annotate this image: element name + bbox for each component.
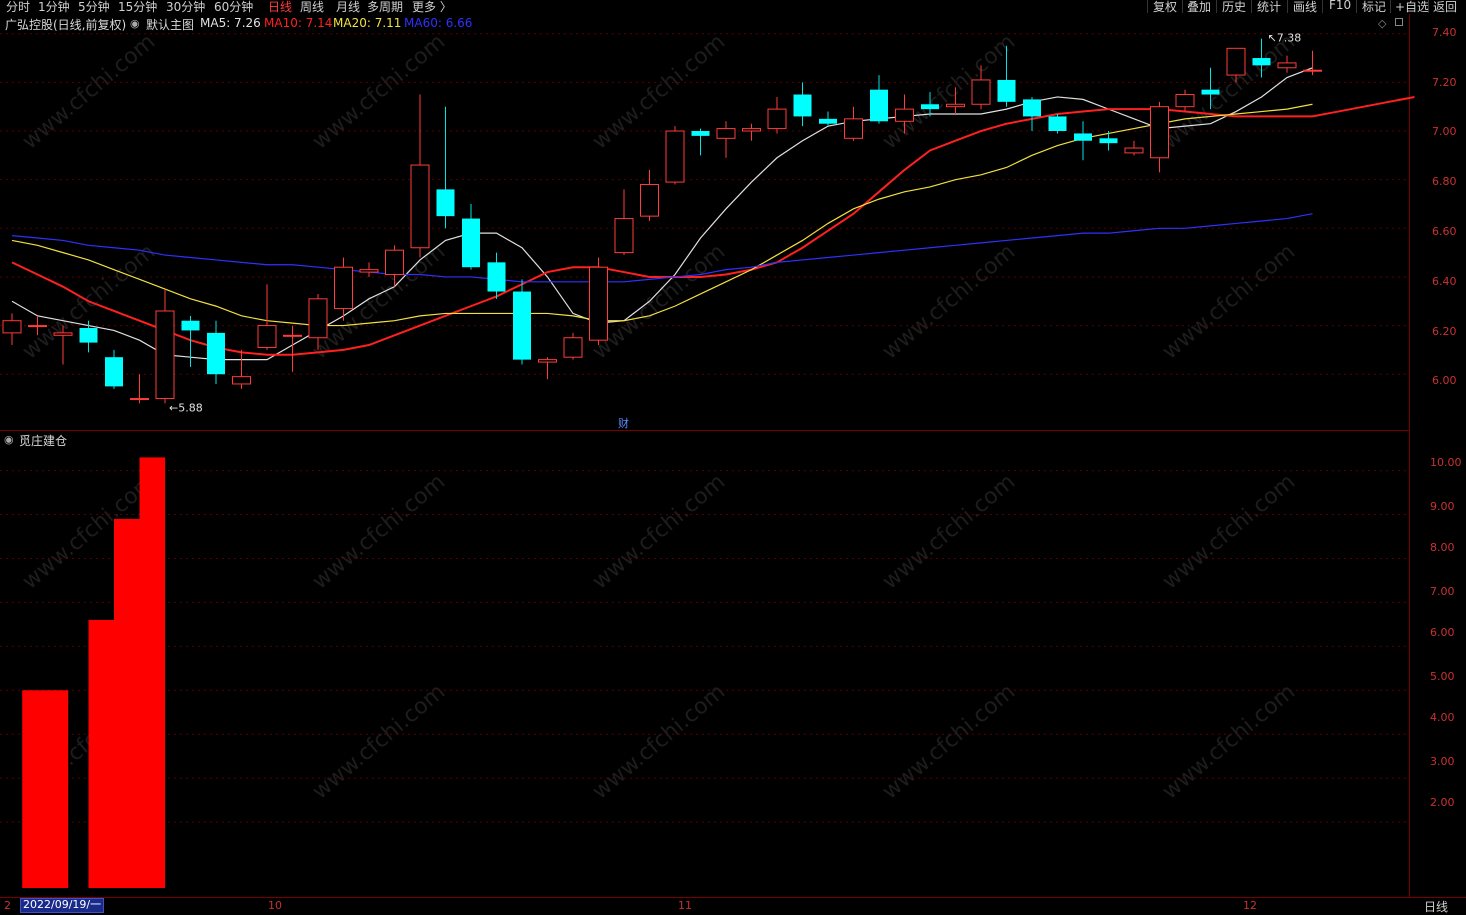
candle-body-down	[691, 131, 710, 136]
finance-marker: 财	[618, 416, 629, 430]
candle-body-up	[308, 298, 328, 339]
candle-body-up	[716, 128, 736, 139]
candle-body-down	[79, 328, 98, 343]
watermark-text: www.cfchi.com	[18, 29, 160, 154]
x-month-label: 10	[268, 899, 282, 912]
candle-body-down	[436, 189, 455, 217]
watermark-text: www.cfchi.com	[308, 469, 450, 594]
candle-body-up	[359, 269, 379, 273]
candle-body-up	[971, 79, 991, 105]
watermark-text: www.cfchi.com	[588, 469, 730, 594]
candle-body-down	[513, 291, 531, 360]
high-price-marker: ↖7.38	[1268, 32, 1302, 45]
watermark-text: www.cfchi.com	[308, 679, 450, 804]
candle-body-up	[385, 249, 404, 276]
watermark-text: www.cfchi.com	[308, 29, 450, 154]
candle-body-up	[1175, 94, 1195, 108]
candle-body-up	[53, 332, 73, 336]
watermark-layer: www.cfchi.com www.cfchi.com www.cfchi.com w…	[18, 29, 1300, 804]
candle-body-up	[742, 128, 761, 132]
candle-body-down	[181, 320, 200, 331]
candle-body-down	[1023, 99, 1041, 117]
candle-body-down	[1048, 116, 1067, 132]
candle-body-up	[844, 118, 863, 139]
kline-chart[interactable]: www.cfchi.com www.cfchi.com www.cfchi.com w…	[0, 0, 1466, 913]
watermark-text: www.cfchi.com	[1158, 469, 1300, 594]
candle-body-up	[589, 266, 608, 341]
indicator-bar	[88, 619, 115, 888]
candle-body-down	[1201, 89, 1220, 95]
candle-body-up	[640, 184, 659, 217]
candle-body-down	[921, 104, 939, 110]
candle-body-down	[819, 118, 837, 124]
candle-body-down	[870, 89, 888, 122]
candle-body-up	[1124, 147, 1144, 154]
candle-body-up	[28, 325, 47, 328]
candle-body-down	[487, 262, 506, 292]
watermark-text: www.cfchi.com	[878, 679, 1020, 804]
candle-body-up	[563, 337, 583, 358]
candle-body-up	[1150, 106, 1169, 159]
candle-body-up	[895, 108, 914, 122]
candle-body-up	[410, 164, 430, 249]
indicator-bar	[114, 518, 140, 888]
candle-body-down	[207, 332, 225, 375]
candle-body-up	[2, 320, 22, 334]
ma-line-ma5	[11, 67, 1313, 361]
candle-body-down	[1074, 133, 1092, 141]
candle-body-up	[334, 266, 353, 310]
candle-body-up	[130, 398, 149, 401]
candle-body-down	[1099, 138, 1118, 144]
candle-body-up	[538, 359, 557, 363]
candle-body-up	[257, 325, 277, 348]
candle-body-up	[283, 334, 302, 337]
indicator-bar	[22, 690, 69, 888]
candle-body-down	[105, 357, 123, 387]
x-first-digit: 2	[4, 899, 11, 912]
watermark-text: www.cfchi.com	[878, 469, 1020, 594]
ma-line-ma60	[11, 213, 1313, 283]
watermark-text: www.cfchi.com	[1158, 239, 1300, 364]
watermark-text: www.cfchi.com	[878, 239, 1020, 364]
period-indicator[interactable]: 日线	[1424, 898, 1448, 915]
candle-body-down	[793, 94, 812, 117]
candle-body-down	[462, 218, 480, 268]
watermark-text: www.cfchi.com	[308, 239, 450, 364]
candle-body-up	[155, 310, 175, 400]
candle-body-down	[997, 79, 1016, 102]
watermark-text: www.cfchi.com	[1158, 679, 1300, 804]
watermark-text: www.cfchi.com	[588, 239, 730, 364]
candle-body-up	[1303, 69, 1322, 72]
x-month-label: 12	[1243, 899, 1257, 912]
candle-body-up	[767, 108, 787, 130]
indicator-bar	[139, 457, 166, 888]
candle-body-up	[1226, 47, 1246, 76]
low-price-marker: ←5.88	[169, 401, 203, 414]
candle-body-up	[1277, 62, 1297, 69]
cursor-date-label: 2022/09/19/一	[20, 898, 105, 913]
candle-body-up	[946, 103, 965, 108]
watermark-text: www.cfchi.com	[588, 679, 730, 804]
candle-body-up	[665, 130, 685, 183]
candle-body-up	[614, 218, 634, 254]
candle-body-up	[232, 376, 251, 385]
x-month-label: 11	[678, 899, 692, 912]
candle-body-down	[1252, 58, 1271, 66]
